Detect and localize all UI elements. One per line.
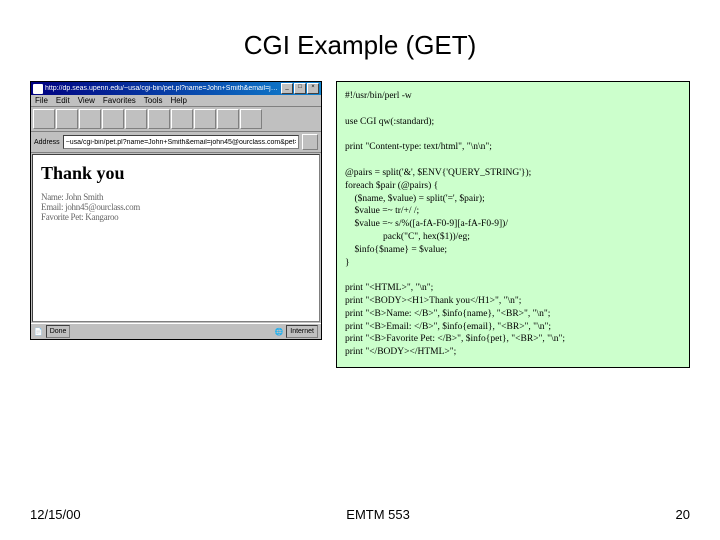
- status-text: Done: [46, 325, 71, 338]
- address-label: Address: [34, 139, 60, 146]
- minimize-button[interactable]: _: [281, 83, 293, 94]
- ie-icon: [33, 84, 43, 94]
- browser-window: http://dp.seas.upenn.edu/~usa/cgi-bin/pe…: [30, 81, 322, 340]
- stop-button[interactable]: [79, 109, 101, 129]
- forward-button[interactable]: [56, 109, 78, 129]
- menu-file[interactable]: File: [35, 96, 48, 105]
- maximize-button[interactable]: □: [294, 83, 306, 94]
- menu-favorites[interactable]: Favorites: [103, 96, 136, 105]
- page-heading: Thank you: [41, 163, 311, 184]
- favorites-button[interactable]: [171, 109, 193, 129]
- titlebar-text: http://dp.seas.upenn.edu/~usa/cgi-bin/pe…: [45, 85, 279, 92]
- menu-edit[interactable]: Edit: [56, 96, 70, 105]
- output-name: Name: John Smith: [41, 192, 311, 202]
- home-button[interactable]: [125, 109, 147, 129]
- status-bar: 📄 Done 🌐 Internet: [31, 323, 321, 339]
- perl-code: #!/usr/bin/perl -w use CGI qw(:standard)…: [336, 81, 690, 368]
- history-button[interactable]: [194, 109, 216, 129]
- close-button[interactable]: ×: [307, 83, 319, 94]
- menu-tools[interactable]: Tools: [144, 96, 163, 105]
- output-pet: Favorite Pet: Kangaroo: [41, 212, 311, 222]
- address-input[interactable]: [63, 135, 299, 149]
- address-bar: Address: [31, 132, 321, 153]
- zone-text: Internet: [286, 325, 318, 338]
- browser-menubar: File Edit View Favorites Tools Help: [31, 95, 321, 107]
- search-button[interactable]: [148, 109, 170, 129]
- footer-date: 12/15/00: [30, 507, 81, 522]
- done-icon: 📄: [34, 328, 43, 336]
- browser-titlebar: http://dp.seas.upenn.edu/~usa/cgi-bin/pe…: [31, 82, 321, 95]
- go-button[interactable]: [302, 134, 318, 150]
- slide-footer: 12/15/00 EMTM 553 20: [30, 507, 690, 522]
- slide-title: CGI Example (GET): [30, 30, 690, 61]
- footer-page: 20: [676, 507, 690, 522]
- page-content: Thank you Name: John Smith Email: john45…: [32, 154, 320, 322]
- back-button[interactable]: [33, 109, 55, 129]
- menu-view[interactable]: View: [78, 96, 95, 105]
- menu-help[interactable]: Help: [170, 96, 186, 105]
- globe-icon: 🌐: [275, 328, 284, 336]
- browser-toolbar: [31, 107, 321, 132]
- print-button[interactable]: [240, 109, 262, 129]
- output-email: Email: john45@ourclass.com: [41, 202, 311, 212]
- footer-course: EMTM 553: [346, 507, 410, 522]
- refresh-button[interactable]: [102, 109, 124, 129]
- mail-button[interactable]: [217, 109, 239, 129]
